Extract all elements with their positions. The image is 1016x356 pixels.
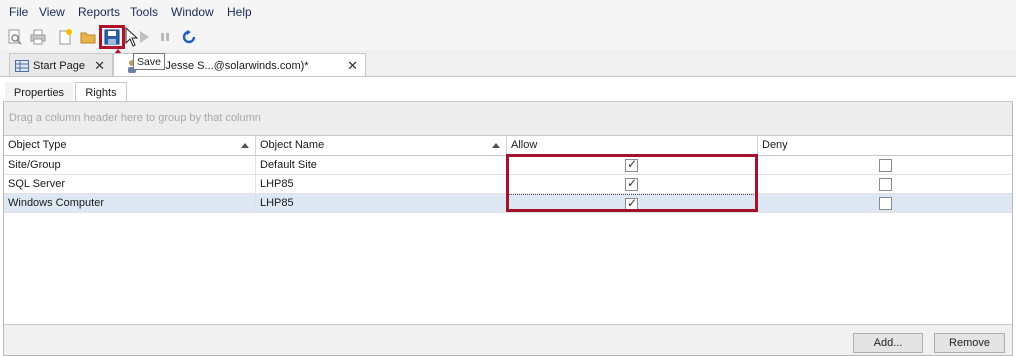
allow-highlight-box [506, 154, 758, 212]
object-type-cell: Windows Computer [4, 194, 256, 213]
column-header-deny[interactable]: Deny [758, 136, 1012, 156]
remove-button[interactable]: Remove [934, 333, 1005, 353]
print-preview-icon[interactable] [5, 27, 25, 47]
menu-tools[interactable]: Tools [130, 5, 158, 19]
column-header-allow[interactable]: Allow [507, 136, 758, 156]
add-button[interactable]: Add... [853, 333, 923, 353]
menu-reports[interactable]: Reports [78, 5, 120, 19]
pause-icon[interactable] [155, 27, 175, 47]
deny-cell [758, 156, 1012, 175]
object-name-cell: Default Site [256, 156, 507, 175]
close-icon[interactable]: ✕ [94, 58, 105, 74]
close-icon[interactable]: ✕ [347, 58, 358, 74]
print-icon[interactable] [28, 27, 48, 47]
menu-help[interactable]: Help [227, 5, 252, 19]
column-header-label: Object Type [8, 139, 67, 151]
save-highlight-box [99, 25, 125, 49]
menu-file[interactable]: File [9, 5, 28, 19]
deny-checkbox[interactable] [879, 159, 892, 172]
object-name-cell: LHP85 [256, 175, 507, 194]
rights-grid: Drag a column header here to group by th… [3, 102, 1013, 356]
mouse-cursor-icon [125, 27, 139, 47]
menu-view[interactable]: View [39, 5, 65, 19]
tab-rights[interactable]: Rights [75, 82, 127, 102]
rights-panel: Properties Rights Drag a column header h… [0, 77, 1016, 356]
column-header-object-name[interactable]: Object Name [256, 136, 507, 156]
sort-ascending-icon [492, 143, 500, 148]
tab-start-page-label: Start Page [33, 59, 85, 72]
deny-checkbox[interactable] [879, 197, 892, 210]
tab-properties[interactable]: Properties [5, 82, 73, 102]
open-folder-icon[interactable] [78, 27, 98, 47]
refresh-icon[interactable] [179, 27, 199, 47]
menu-bar: File View Reports Tools Window Help [0, 0, 1016, 24]
deny-cell [758, 175, 1012, 194]
grid-icon [15, 59, 29, 72]
object-name-cell: LHP85 [256, 194, 507, 213]
object-type-cell: Site/Group [4, 156, 256, 175]
column-header-label: Object Name [260, 139, 325, 151]
grid-footer: Add... Remove [4, 326, 1012, 355]
save-tooltip: Save [133, 53, 165, 70]
deny-checkbox[interactable] [879, 178, 892, 191]
group-by-panel[interactable]: Drag a column header here to group by th… [4, 102, 1012, 135]
object-type-cell: SQL Server [4, 175, 256, 194]
toolbar [0, 24, 1016, 50]
column-header-object-type[interactable]: Object Type [4, 136, 256, 156]
sort-ascending-icon [241, 143, 249, 148]
deny-cell [758, 194, 1012, 213]
menu-window[interactable]: Window [171, 5, 214, 19]
new-icon[interactable] [55, 27, 75, 47]
tab-start-page[interactable]: Start Page ✕ [9, 53, 113, 77]
